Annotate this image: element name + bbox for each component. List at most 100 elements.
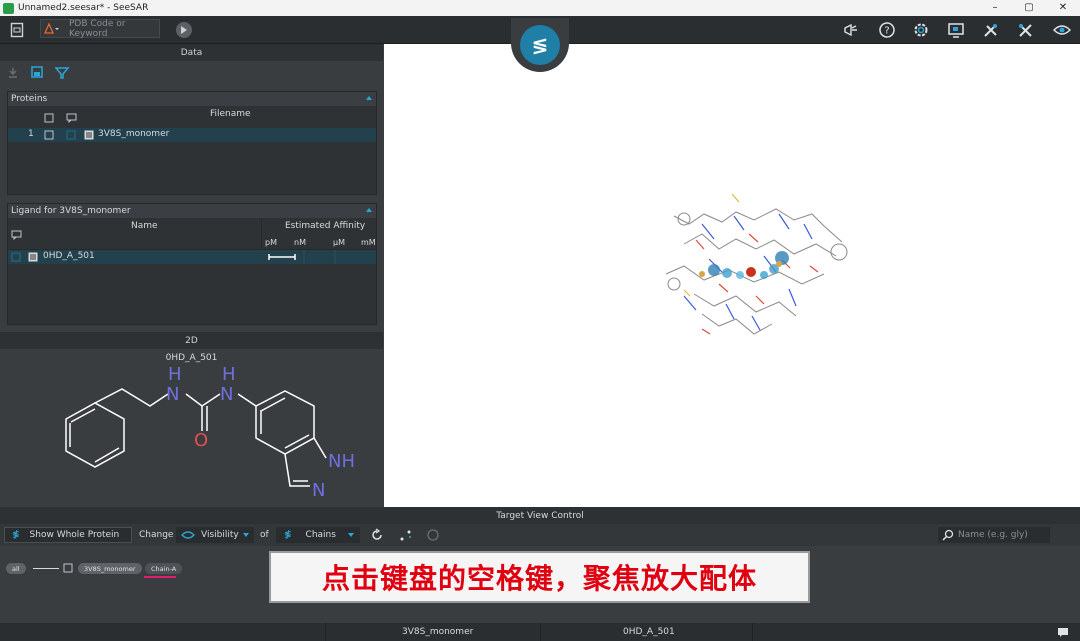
atom-h1: H (168, 364, 182, 385)
chains-label: Chains (305, 530, 336, 540)
protein-comment-icon[interactable] (66, 130, 76, 140)
visibility-button[interactable] (1053, 21, 1071, 39)
atom-nh: NH (328, 451, 355, 472)
play-icon (181, 26, 187, 34)
wrench-icon (1019, 24, 1032, 37)
atom-n1: N (166, 384, 179, 405)
go-button[interactable] (176, 22, 192, 38)
protein-node-icon (63, 563, 73, 573)
save-icon[interactable] (30, 65, 44, 79)
new-document-button[interactable] (8, 21, 26, 39)
proteins-column-header: Filename (8, 106, 376, 128)
ligand-panel: Ligand for 3V8S_monomer Name Estimated A… (7, 203, 377, 325)
gear-icon (914, 23, 928, 37)
minimize-button[interactable]: – (978, 0, 1012, 16)
view2d-panel: 0HD_A_501 H N H N O NH N (0, 349, 383, 507)
notification-icon[interactable] (1057, 627, 1069, 638)
filter-icon[interactable] (54, 65, 70, 79)
proteins-panel: Proteins Filename 1 3V8S_monomer (7, 91, 377, 195)
collapse-icon[interactable] (366, 96, 372, 100)
residue-search-placeholder: Name (e.g. gly) (958, 530, 1028, 540)
chain-icon: ≸ (284, 530, 292, 540)
protein-file-icon (84, 130, 94, 140)
tutorial-caption: 点击键盘的空格键，聚焦放大配体 (269, 551, 810, 603)
app-icon (3, 2, 14, 14)
unit-nm: nM (294, 238, 306, 247)
residue-search-input[interactable]: Name (e.g. gly) (938, 527, 1050, 543)
visibility-label: Visibility (201, 530, 239, 540)
protein-3d-render (665, 193, 848, 335)
collapse-icon[interactable] (366, 208, 372, 212)
show-whole-protein-button[interactable]: ≸ Show Whole Protein (4, 527, 132, 543)
dropdown-arrow-icon (243, 533, 249, 537)
seesar-logo-icon: ≶ (520, 25, 560, 65)
data-panel-header: Data (0, 44, 383, 61)
data-toolbar (0, 61, 383, 83)
view2d-header: 2D (0, 332, 383, 349)
announcements-button[interactable] (842, 21, 860, 39)
atom-n3: N (312, 480, 325, 501)
show-whole-label: Show Whole Protein (29, 530, 120, 540)
ligand-row[interactable]: 0HD_A_501 (8, 250, 376, 264)
protein-filename: 3V8S_monomer (98, 129, 170, 139)
unit-mm: mM (361, 238, 376, 247)
tree-connector (33, 568, 59, 569)
affinity-range-bar (268, 250, 336, 264)
eye-icon (1053, 25, 1071, 35)
scatter-icon[interactable] (399, 528, 413, 542)
atom-n2: N (220, 384, 233, 405)
pill-protein[interactable]: 3V8S_monomer (78, 563, 142, 574)
ligand-comment-icon[interactable] (11, 252, 21, 262)
svg-text:?: ? (884, 26, 889, 37)
pill-all[interactable]: all (6, 563, 26, 574)
tools-button[interactable] (982, 21, 1000, 39)
3d-viewport[interactable] (384, 44, 1080, 507)
builder-button[interactable] (1017, 21, 1035, 39)
name-column-header[interactable]: Name (131, 221, 158, 231)
document-icon (10, 22, 24, 38)
visibility-column-icon (44, 113, 54, 123)
comment-column-icon (11, 230, 22, 240)
ligand-file-icon (28, 252, 38, 262)
pill-chain[interactable]: Chain-A (145, 563, 183, 574)
proteins-panel-header[interactable]: Proteins (8, 92, 376, 106)
settings-button[interactable] (912, 21, 930, 39)
ligand-column-header: Name Estimated Affinity pM nM µM mM (8, 218, 376, 250)
proteins-title: Proteins (11, 94, 48, 104)
ligand-panel-header[interactable]: Ligand for 3V8S_monomer (8, 204, 376, 218)
warning-icon (44, 22, 59, 34)
status-protein: 3V8S_monomer (402, 627, 474, 637)
ligand-name: 0HD_A_501 (43, 251, 95, 261)
of-label: of (260, 530, 269, 540)
help-button[interactable]: ? (878, 21, 896, 39)
status-ligand: 0HD_A_501 (623, 627, 675, 637)
protein-row-index: 1 (28, 129, 34, 139)
monitor-icon (948, 23, 964, 38)
chains-dropdown[interactable]: ≸ Chains (276, 527, 360, 543)
unit-pm: pM (265, 238, 277, 247)
disabled-tool-icon (427, 529, 439, 541)
display-button[interactable] (947, 21, 965, 39)
restore-button[interactable]: ▢ (1012, 0, 1046, 16)
reset-icon[interactable] (370, 528, 384, 542)
help-icon: ? (879, 22, 895, 38)
search-icon (942, 529, 954, 541)
ligand-2d-structure[interactable]: H N H N O NH N (0, 349, 383, 507)
pdb-search-placeholder: PDB Code or Keyword (69, 18, 126, 39)
protein-visible-icon[interactable] (44, 130, 54, 140)
pdb-search-input[interactable]: PDB Code or Keyword (40, 18, 160, 39)
import-icon[interactable] (6, 65, 20, 79)
protein-icon: ≸ (12, 530, 20, 540)
unit-um: µM (333, 238, 345, 247)
change-label: Change (139, 530, 174, 540)
tools-icon (984, 24, 997, 37)
filename-column-header[interactable]: Filename (210, 109, 251, 119)
protein-row[interactable]: 1 3V8S_monomer (8, 128, 376, 142)
visibility-dropdown[interactable]: Visibility (176, 527, 254, 543)
window-titlebar: Unnamed2.seesar* - SeeSAR – ▢ ✕ (0, 0, 1080, 16)
close-button[interactable]: ✕ (1046, 0, 1080, 16)
eye-icon (181, 531, 195, 539)
affinity-column-header[interactable]: Estimated Affinity (285, 221, 365, 231)
atom-h2: H (222, 364, 236, 385)
dropdown-arrow-icon (348, 533, 354, 537)
